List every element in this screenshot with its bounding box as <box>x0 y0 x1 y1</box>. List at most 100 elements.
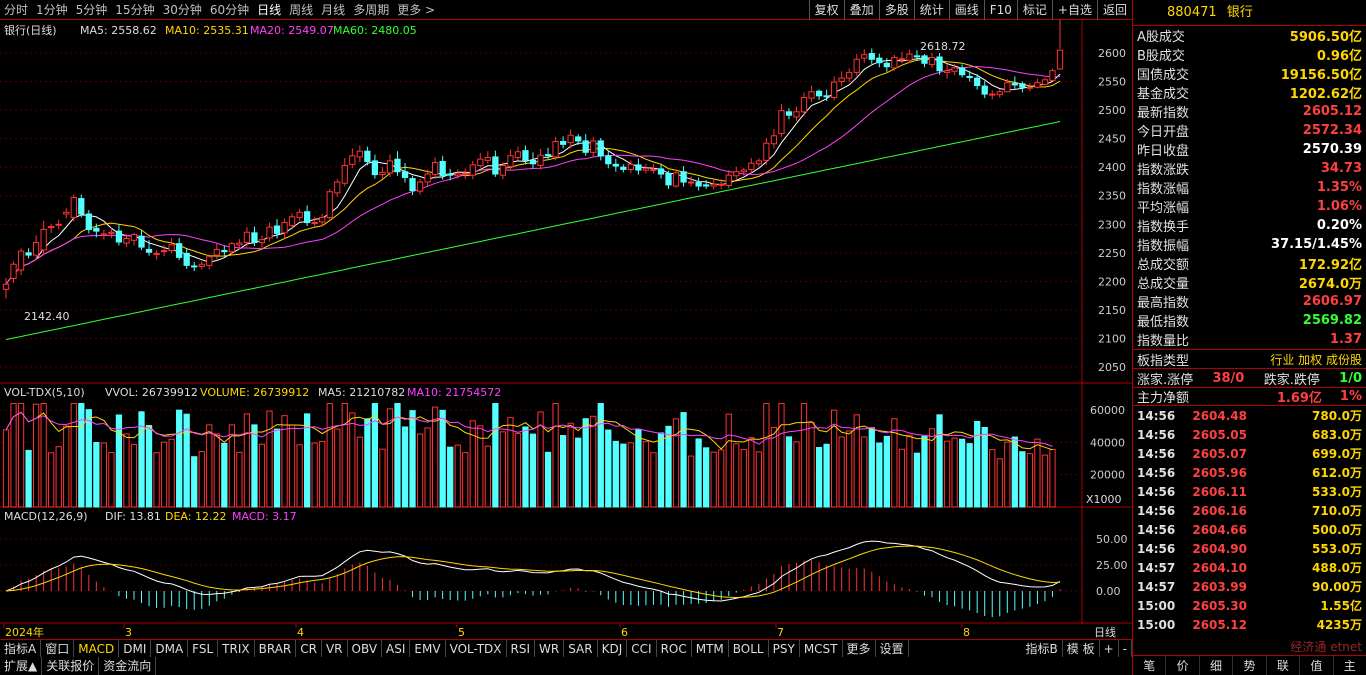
extension-tab[interactable]: 资金流向 <box>99 657 157 675</box>
candlestick[interactable] <box>145 240 153 256</box>
candlestick[interactable] <box>996 89 1003 98</box>
candlestick[interactable] <box>831 76 838 101</box>
indicator-control[interactable]: 指标B <box>1022 640 1063 658</box>
tick-list[interactable]: 14:56 2604.48 780.0万 14:56 2605.05 683.0万 14:5… <box>1133 406 1366 634</box>
candlestick[interactable] <box>846 68 853 83</box>
candlestick[interactable] <box>906 49 913 63</box>
indicator-tab[interactable]: 设置 <box>876 640 909 657</box>
indicator-tab[interactable]: 指标A <box>0 640 42 657</box>
indicator-tab[interactable]: KDJ <box>598 640 628 657</box>
candlestick[interactable] <box>612 158 619 172</box>
candlestick[interactable] <box>687 176 695 187</box>
candlestick[interactable] <box>108 227 115 238</box>
candlestick[interactable] <box>763 138 770 165</box>
candlestick[interactable] <box>213 243 220 260</box>
candlestick[interactable] <box>206 254 213 270</box>
candlestick[interactable] <box>10 261 17 284</box>
candlestick[interactable] <box>311 216 318 228</box>
candlestick[interactable] <box>680 166 687 187</box>
tool-button[interactable]: F10 <box>983 0 1017 20</box>
indicator-tab[interactable]: WR <box>535 640 565 657</box>
tool-button[interactable]: 统计 <box>913 0 949 20</box>
candlestick[interactable] <box>928 53 936 68</box>
indicator-tab[interactable]: BOLL <box>729 640 769 657</box>
indicator-tab[interactable]: OBV <box>348 640 383 657</box>
panel-tab[interactable]: 笔 <box>1133 656 1167 675</box>
candlestick[interactable] <box>921 54 928 68</box>
indicator-control[interactable]: 模 板 <box>1063 640 1100 658</box>
candlestick[interactable] <box>755 158 762 167</box>
candlestick[interactable] <box>838 71 845 87</box>
candlestick[interactable] <box>130 232 138 246</box>
period-tab[interactable]: 月线 <box>317 1 349 18</box>
tool-button[interactable]: 多股 <box>878 0 914 20</box>
candlestick[interactable] <box>176 237 183 261</box>
candlestick[interactable] <box>221 245 228 257</box>
candlestick[interactable] <box>582 134 589 156</box>
candlestick[interactable] <box>605 150 612 169</box>
indicator-tab[interactable]: SAR <box>564 640 598 657</box>
candlestick[interactable] <box>416 178 424 195</box>
period-tab[interactable]: 5分钟 <box>72 1 112 18</box>
indicator-tab[interactable]: FSL <box>188 640 219 657</box>
candlestick[interactable] <box>168 237 175 254</box>
candlestick[interactable] <box>642 163 650 174</box>
candlestick[interactable] <box>198 261 205 270</box>
candlestick[interactable] <box>733 166 740 180</box>
panel-tab[interactable]: 价 <box>1166 656 1200 675</box>
panel-tab[interactable]: 主 <box>1334 656 1366 675</box>
candlestick[interactable] <box>808 85 815 103</box>
tool-button[interactable]: 叠加 <box>843 0 879 20</box>
candlestick[interactable] <box>25 248 32 259</box>
indicator-tab[interactable]: VOL-TDX <box>446 640 507 657</box>
panel-tab[interactable]: 势 <box>1233 656 1267 675</box>
indicator-tab[interactable]: VR <box>322 640 348 657</box>
candlestick[interactable] <box>861 49 868 63</box>
indicator-tab[interactable]: 窗口 <box>41 640 75 657</box>
indicator-tab[interactable]: CR <box>296 640 322 657</box>
candlestick[interactable] <box>507 149 514 171</box>
candlestick[interactable] <box>341 158 348 187</box>
candlestick[interactable] <box>492 150 499 177</box>
indicator-tab[interactable]: DMI <box>119 640 152 657</box>
panel-tab[interactable]: 值 <box>1300 656 1334 675</box>
candlestick[interactable] <box>1034 78 1041 89</box>
candlestick[interactable] <box>394 151 401 176</box>
period-tab[interactable]: 30分钟 <box>159 1 206 18</box>
indicator-tab[interactable]: PSY <box>769 640 800 657</box>
candlestick[interactable] <box>439 155 446 180</box>
candlestick[interactable] <box>55 219 62 230</box>
candlestick[interactable] <box>100 229 108 240</box>
candlestick[interactable] <box>989 90 996 100</box>
candlestick[interactable] <box>349 148 356 169</box>
indicator-tab[interactable]: ASI <box>382 640 411 657</box>
candlestick[interactable] <box>620 164 627 173</box>
candlestick[interactable] <box>1026 82 1034 92</box>
indicator-tab[interactable]: ROC <box>657 640 692 657</box>
candlestick[interactable] <box>304 205 311 226</box>
candlestick[interactable] <box>793 106 800 121</box>
candlestick[interactable] <box>853 54 860 76</box>
indicator-tab[interactable]: EMV <box>410 640 446 657</box>
candlestick[interactable] <box>958 64 966 78</box>
candlestick[interactable] <box>597 138 604 161</box>
indicator-control[interactable]: - <box>1119 640 1132 658</box>
candlestick[interactable] <box>695 177 702 191</box>
candlestick[interactable] <box>981 80 988 99</box>
tool-button[interactable]: 返回 <box>1096 0 1132 20</box>
period-tab[interactable]: 周线 <box>285 1 317 18</box>
tool-button[interactable]: 复权 <box>808 0 844 20</box>
extension-tab[interactable]: 关联报价 <box>42 657 100 675</box>
period-tab[interactable]: 60分钟 <box>206 1 253 18</box>
period-tab[interactable]: 日线 <box>253 1 285 18</box>
candlestick[interactable] <box>891 54 898 71</box>
candlestick[interactable] <box>1011 76 1018 90</box>
candlestick[interactable] <box>401 163 409 183</box>
candlestick[interactable] <box>537 148 544 170</box>
candlestick[interactable] <box>1056 20 1064 70</box>
candlestick[interactable] <box>672 169 680 188</box>
candlestick[interactable] <box>725 170 732 189</box>
indicator-tab[interactable]: BRAR <box>255 640 297 657</box>
candlestick[interactable] <box>462 168 469 180</box>
candlestick[interactable] <box>281 218 288 239</box>
